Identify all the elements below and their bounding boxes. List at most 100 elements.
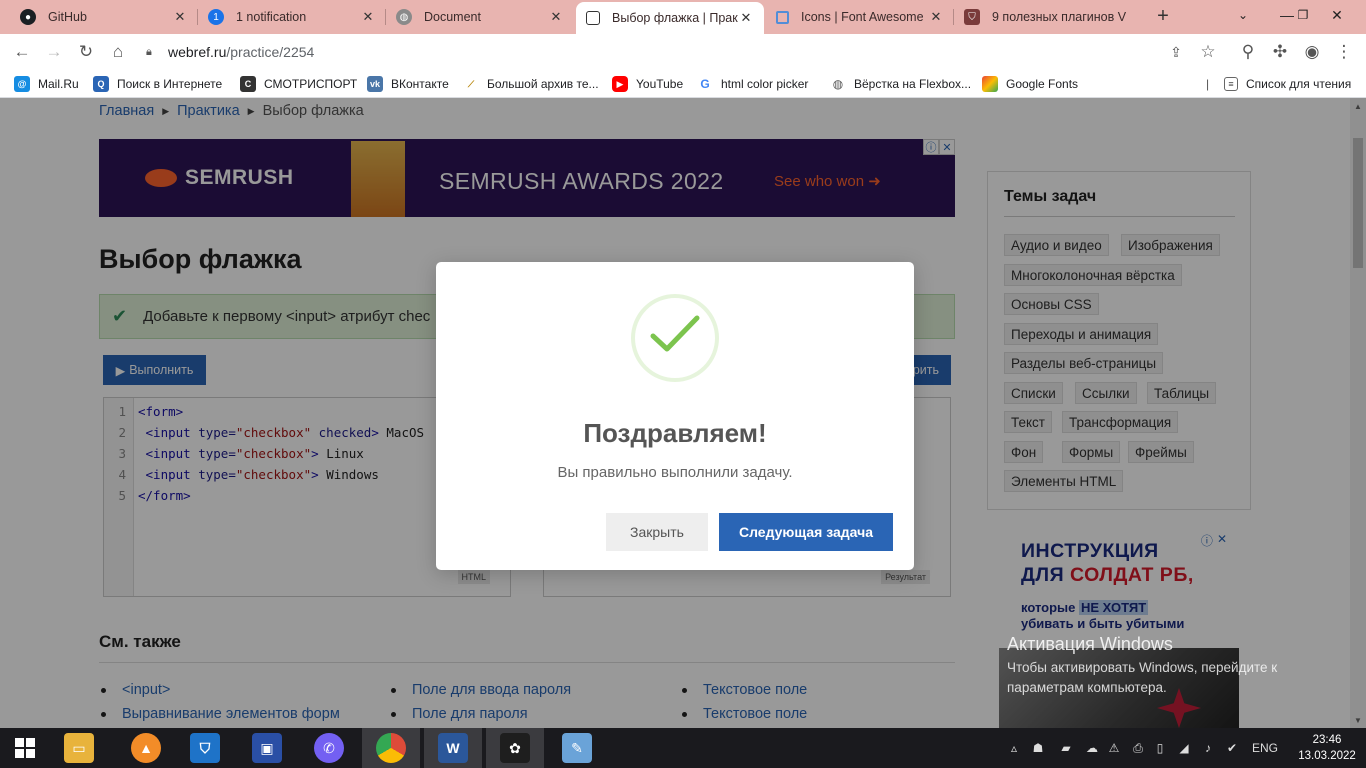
file-explorer-icon[interactable]: ▭ bbox=[50, 728, 108, 768]
close-icon[interactable]: ✕ bbox=[738, 10, 754, 26]
home-icon[interactable]: ⌂ bbox=[106, 40, 130, 64]
chrome-icon[interactable] bbox=[362, 728, 420, 768]
tab-title: GitHub bbox=[48, 10, 87, 24]
google-icon: G bbox=[697, 76, 713, 92]
bookmark-archive[interactable]: ⟋ Большой архив те... bbox=[463, 75, 599, 93]
figma-icon[interactable]: ✿ bbox=[486, 728, 544, 768]
update-icon[interactable]: ⚠ bbox=[1106, 740, 1122, 756]
tab-title: 9 полезных плагинов V bbox=[992, 10, 1127, 24]
close-icon[interactable]: ✕ bbox=[360, 9, 376, 25]
bookmark-label: Вёрстка на Flexbox... bbox=[854, 77, 972, 91]
bookmark-label: СМОТРИСПОРТ bbox=[264, 77, 358, 91]
windows-defender-icon[interactable]: ⛉ bbox=[176, 728, 234, 768]
tab-title: Document bbox=[424, 10, 481, 24]
webref-icon bbox=[586, 11, 600, 25]
tab-github[interactable]: ● GitHub ✕ bbox=[10, 0, 198, 34]
bookmark-label: Большой архив те... bbox=[487, 77, 599, 91]
search-icon: Q bbox=[93, 76, 109, 92]
bookmark-label: Google Fonts bbox=[1006, 77, 1079, 91]
windows-logo-icon bbox=[15, 738, 35, 758]
sport-icon: С bbox=[240, 76, 256, 92]
address-bar[interactable]: 🔒︎ webref.ru/practice/2254 bbox=[140, 37, 1230, 67]
clock-time: 23:46 bbox=[1312, 734, 1342, 746]
bookmark-label: ВКонтакте bbox=[391, 77, 449, 91]
start-button[interactable] bbox=[0, 728, 50, 768]
tab-notification[interactable]: 1 1 notification ✕ bbox=[198, 0, 386, 34]
modal-text: Вы правильно выполнили задачу. bbox=[557, 464, 793, 481]
wifi-icon[interactable]: ◢ bbox=[1176, 740, 1192, 756]
tab-search-icon[interactable]: ⌄ bbox=[1226, 0, 1260, 30]
reading-list-label: Список для чтения bbox=[1246, 77, 1352, 91]
reading-list[interactable]: ≡ Список для чтения bbox=[1224, 75, 1351, 93]
forward-icon[interactable]: → bbox=[42, 40, 66, 64]
viber-icon[interactable]: ✆ bbox=[300, 728, 358, 768]
search-icon[interactable]: ⚲ bbox=[1236, 40, 1260, 64]
bookmark-colorpicker[interactable]: G html color picker bbox=[697, 75, 808, 93]
mailru-icon: @ bbox=[14, 76, 30, 92]
fontawesome-icon bbox=[776, 10, 789, 24]
reload-icon[interactable]: ↻ bbox=[74, 40, 98, 64]
tab-document[interactable]: ◍ Document ✕ bbox=[386, 0, 574, 34]
paint-icon[interactable]: ✎ bbox=[548, 728, 606, 768]
profile-avatar-icon[interactable]: ◉ bbox=[1300, 40, 1324, 64]
battery-icon[interactable]: ▯ bbox=[1152, 740, 1168, 756]
clock[interactable]: 23:46 13.03.2022 bbox=[1296, 732, 1358, 764]
tab-title: 1 notification bbox=[236, 10, 307, 24]
bookmark-mailru[interactable]: @ Mail.Ru bbox=[14, 75, 79, 93]
close-icon[interactable]: ✕ bbox=[928, 9, 944, 25]
new-tab-button[interactable]: + bbox=[1152, 5, 1174, 27]
modal-title: Поздравляем! bbox=[583, 418, 767, 448]
back-icon[interactable]: ← bbox=[10, 40, 34, 64]
avast-icon[interactable]: ▲ bbox=[117, 728, 175, 768]
network-drive-icon[interactable]: ▵ bbox=[1006, 740, 1022, 756]
close-icon[interactable]: ✕ bbox=[172, 9, 188, 25]
notification-icon: 1 bbox=[208, 9, 224, 25]
tab-plugins[interactable]: ⛉ 9 полезных плагинов V bbox=[954, 0, 1144, 34]
word-icon[interactable]: W bbox=[424, 728, 482, 768]
extensions-icon[interactable]: ✣ bbox=[1268, 40, 1292, 64]
url-path: /practice/2254 bbox=[226, 44, 315, 60]
windows-taskbar: ▭ ▲ ⛉ ▣ ✆ W ✿ ✎ ▵ ☗ ▰ ☁ ⚠ ⎙ ▯ ◢ ♪ ✔ ENG … bbox=[0, 728, 1366, 768]
bookmark-flexbox[interactable]: ◍ Вёрстка на Flexbox... bbox=[830, 75, 971, 93]
bookmark-googlefonts[interactable]: Google Fonts bbox=[982, 75, 1078, 93]
window-close-icon[interactable]: ✕ bbox=[1320, 0, 1354, 30]
next-task-button[interactable]: Следующая задача bbox=[719, 513, 893, 551]
bookmark-label: Mail.Ru bbox=[38, 77, 79, 91]
globe-icon: ◍ bbox=[396, 9, 412, 25]
url-host: webref.ru bbox=[168, 44, 227, 60]
shield-icon: ⛉ bbox=[964, 9, 980, 25]
bookmark-youtube[interactable]: ▶ YouTube bbox=[612, 75, 683, 93]
close-icon[interactable]: ✕ bbox=[548, 9, 564, 25]
tab-title: Выбор флажка | Практ bbox=[612, 11, 738, 25]
save-floppy-icon[interactable]: ▣ bbox=[238, 728, 296, 768]
bookmark-vk[interactable]: vk ВКонтакте bbox=[367, 75, 449, 93]
bookmark-label: Поиск в Интернете bbox=[117, 77, 223, 91]
volume-icon[interactable]: ♪ bbox=[1200, 740, 1216, 756]
success-check-icon bbox=[631, 294, 719, 382]
usb-icon[interactable]: ⎙ bbox=[1130, 740, 1146, 756]
tray-cloud-icon[interactable]: ☁ bbox=[1084, 740, 1100, 756]
bookmarks-divider: | bbox=[1206, 77, 1210, 91]
browser-toolbar: ← → ↻ ⌂ 🔒︎ webref.ru/practice/2254 ⇪ ☆ ⚲… bbox=[0, 34, 1366, 70]
shield-check-icon[interactable]: ✔ bbox=[1224, 740, 1240, 756]
youtube-icon: ▶ bbox=[612, 76, 628, 92]
bookmark-star-icon[interactable]: ☆ bbox=[1196, 40, 1220, 64]
nvidia-icon[interactable]: ▰ bbox=[1058, 740, 1074, 756]
restore-icon[interactable]: ❐ bbox=[1286, 0, 1320, 30]
language-indicator[interactable]: ENG bbox=[1252, 728, 1278, 768]
tab-fontawesome[interactable]: Icons | Font Awesome ✕ bbox=[766, 0, 954, 34]
bookmark-search[interactable]: Q Поиск в Интернете bbox=[93, 75, 222, 93]
share-icon[interactable]: ⇪ bbox=[1164, 40, 1188, 64]
bookmarks-bar: @ Mail.Ru Q Поиск в Интернете С СМОТРИСП… bbox=[0, 70, 1366, 98]
reading-list-icon: ≡ bbox=[1224, 77, 1238, 91]
bookmark-sport[interactable]: С СМОТРИСПОРТ bbox=[240, 75, 357, 93]
close-button[interactable]: Закрыть bbox=[606, 513, 708, 551]
tab-strip: ● GitHub ✕ 1 1 notification ✕ ◍ Document… bbox=[0, 0, 1366, 34]
success-modal: Поздравляем! Вы правильно выполнили зада… bbox=[436, 262, 914, 570]
tab-title: Icons | Font Awesome bbox=[801, 10, 924, 24]
broom-icon: ⟋ bbox=[463, 76, 479, 92]
menu-icon[interactable]: ⋮ bbox=[1332, 40, 1356, 64]
tab-webref-active[interactable]: Выбор флажка | Практ ✕ bbox=[576, 2, 764, 34]
lock-icon: 🔒︎ bbox=[146, 45, 152, 58]
tray-app-icon[interactable]: ☗ bbox=[1030, 740, 1046, 756]
